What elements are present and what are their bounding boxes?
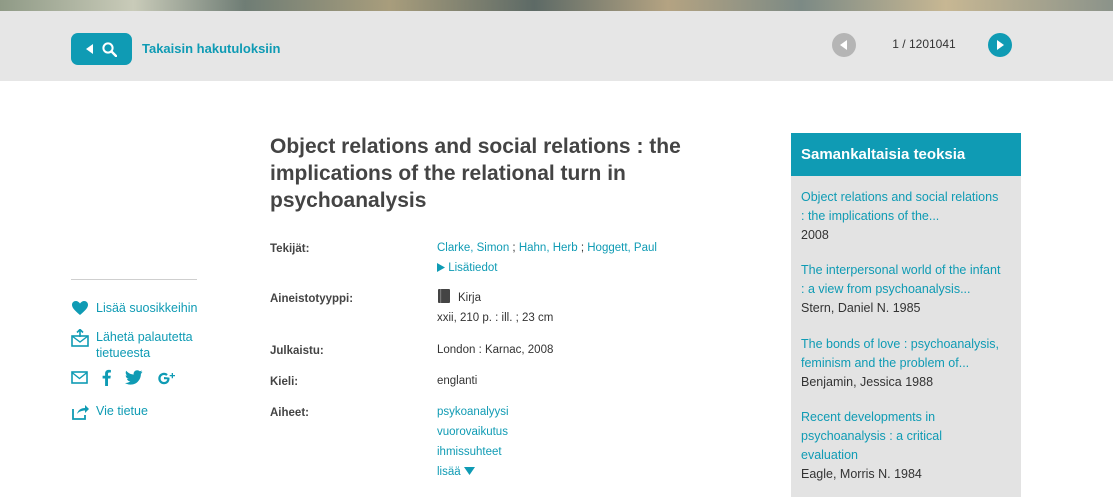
heart-icon [72,301,88,315]
record-navbar: Takaisin hakutuloksiin 1 / 1201041 [0,11,1113,81]
twitter-icon [125,370,143,385]
header-banner-image [0,0,1113,11]
record-title: Object relations and social relations : … [270,135,681,212]
similar-title-line: : the implications of the... [801,209,940,223]
triangle-right-icon [437,263,445,272]
similar-item-title[interactable]: Object relations and social relations : … [801,188,1015,226]
language-label: Kieli: [270,376,299,388]
arrow-left-icon [86,44,93,54]
subjects-list: psykoanalyysi vuorovaikutus ihmissuhteet… [437,402,509,482]
similar-item: The bonds of love : psychoanalysis, femi… [801,335,1015,392]
similar-item: Recent developments in psychoanalysis : … [801,408,1015,484]
similar-item-meta: Eagle, Morris N. 1984 [801,467,922,481]
similar-works-panel: Samankaltaisia teoksia Object relations … [791,133,1021,497]
triangle-down-icon [463,467,475,475]
similar-title-line: The bonds of love : psychoanalysis, [801,337,1000,351]
format-label: Aineistotyyppi: [270,293,354,305]
record-position-counter: 1 / 1201041 [892,37,956,51]
share-arrow-icon [72,405,89,420]
similar-item-title[interactable]: Recent developments in psychoanalysis : … [801,408,1015,465]
subject-link[interactable]: vuorovaikutus [437,422,509,442]
format-value: Kirja [437,288,481,308]
author-link[interactable]: Clarke, Simon [437,242,509,254]
add-to-favorites-action[interactable]: Lisää suosikkeihin [71,300,197,316]
next-record-button[interactable] [988,33,1012,57]
extent-value: xxii, 210 p. : ill. ; 23 cm [437,312,554,324]
share-twitter-button[interactable] [125,370,143,385]
more-info-toggle[interactable]: Lisätiedot [437,258,497,278]
sidebar-divider [71,279,197,280]
similar-title-line: : a view from psychoanalysis... [801,282,971,296]
subject-link[interactable]: psykoanalyysi [437,402,509,422]
envelope-upload-icon [71,329,89,347]
author-link[interactable]: Hoggett, Paul [587,242,657,254]
back-to-search-link[interactable]: Takaisin hakutuloksiin [142,41,280,56]
published-label: Julkaistu: [270,345,324,357]
send-feedback-action[interactable]: Lähetä palautetta tietueesta [71,329,216,361]
similar-title-line: The interpersonal world of the infant [801,263,1001,277]
search-icon [102,41,117,57]
share-links [71,369,176,386]
book-icon [438,289,450,303]
similar-title-line: Object relations and social relations [801,190,999,204]
published-value: London : Karnac, 2008 [437,344,554,356]
similar-title-line: feminism and the problem of... [801,356,970,370]
more-subjects-label: lisää [437,466,461,478]
author-link[interactable]: Hahn, Herb [519,242,578,254]
similar-title-line: psychoanalysis : a critical [801,429,943,443]
similar-item-meta: Benjamin, Jessica 1988 [801,375,934,389]
subjects-label: Aiheet: [270,407,309,419]
authors-value: Clarke, Simon ; Hahn, Herb ; Hoggett, Pa… [437,238,657,258]
authors-label: Tekijät: [270,243,310,255]
format-text: Kirja [458,292,482,304]
similar-item: The interpersonal world of the infant : … [801,261,1015,318]
subject-link[interactable]: ihmissuhteet [437,442,509,462]
send-feedback-label: Lähetä palautetta tietueesta [96,330,193,360]
author-separator: ; [580,242,585,254]
similar-item-meta: 2008 [801,228,829,242]
facebook-icon [102,369,111,386]
share-facebook-button[interactable] [102,369,111,386]
similar-title-line: Recent developments in [801,410,936,424]
chevron-right-icon [997,40,1004,50]
more-subjects-toggle[interactable]: lisää [437,462,509,482]
similar-item-title[interactable]: The interpersonal world of the infant : … [801,261,1015,299]
share-googleplus-button[interactable] [157,370,176,386]
share-email-button[interactable] [71,371,88,384]
author-separator: ; [512,242,516,254]
back-to-search-button[interactable] [71,33,132,65]
add-to-favorites-label: Lisää suosikkeihin [96,301,198,315]
similar-title-line: evaluation [801,448,858,462]
export-record-label: Vie tietue [96,404,148,418]
google-plus-icon [158,372,175,384]
similar-item-title[interactable]: The bonds of love : psychoanalysis, femi… [801,335,1015,373]
similar-item: Object relations and social relations : … [801,188,1015,245]
chevron-left-icon [840,40,847,50]
export-record-action[interactable]: Vie tietue [71,403,148,420]
previous-record-button[interactable] [832,33,856,57]
similar-item-meta: Stern, Daniel N. 1985 [801,301,921,315]
language-value: englanti [437,375,478,387]
similar-works-heading: Samankaltaisia teoksia [791,133,1021,176]
more-info-label: Lisätiedot [448,262,498,274]
envelope-icon [71,371,88,384]
